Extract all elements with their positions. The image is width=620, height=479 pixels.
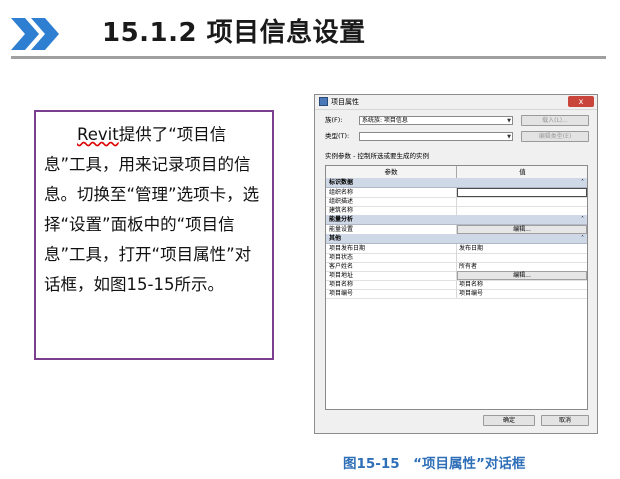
- collapse-icon[interactable]: ˄: [581, 215, 584, 224]
- figure-caption: 图15-15 “项目属性”对话框: [343, 456, 526, 472]
- close-button[interactable]: x: [568, 96, 594, 107]
- dialog-titlebar: 项目属性 x: [315, 95, 597, 110]
- edit-type-button[interactable]: 编辑类型(E): [521, 131, 589, 142]
- param-name: 能量设置: [329, 226, 354, 233]
- cancel-button[interactable]: 取消: [541, 415, 589, 426]
- family-label: 族(F):: [325, 116, 343, 124]
- family-value: 系统族: 项目信息: [362, 117, 408, 124]
- load-button[interactable]: 载入(L)...: [521, 115, 589, 126]
- dialog-title: 项目属性: [331, 98, 359, 106]
- chevron-logo-icon: [11, 18, 59, 50]
- family-select[interactable]: 系统族: 项目信息 ▼: [359, 116, 513, 125]
- ok-button[interactable]: 确定: [483, 415, 535, 426]
- cell-divider: [456, 206, 457, 215]
- cell-divider: [456, 197, 457, 206]
- section-name: 其他: [329, 235, 342, 242]
- edit-button[interactable]: 编辑...: [457, 271, 587, 280]
- chevron-down-icon: ▼: [507, 134, 511, 140]
- edit-button[interactable]: 编辑...: [457, 225, 587, 234]
- cell-divider: [456, 280, 457, 289]
- chevron-down-icon: ▼: [507, 118, 511, 124]
- description-box: Revit提供了“项目信息”工具，用来记录项目的信息。切换至“管理”选项卡，选择…: [34, 110, 274, 360]
- parameter-grid: 参数 值 标识数据 ˄ 组织名称 组织描述 建筑名称 能量分析 ˄ 能量设置 编辑... 其他 ˄ 项…: [325, 165, 588, 410]
- section-header[interactable]: 能量分析 ˄: [326, 215, 587, 225]
- param-name: 项目编号: [329, 290, 354, 297]
- value-input[interactable]: [457, 188, 587, 197]
- instance-params-label: 实例参数 - 控制所选或要生成的实例: [325, 152, 429, 160]
- section-name: 标识数据: [329, 179, 354, 186]
- app-icon: [319, 97, 328, 106]
- type-label: 类型(T):: [325, 132, 350, 140]
- param-value[interactable]: 所有者: [459, 262, 477, 271]
- param-name: 客户姓名: [329, 263, 354, 270]
- param-name: 项目名称: [329, 281, 354, 288]
- param-name: 组织描述: [329, 198, 354, 205]
- param-name: 项目发布日期: [329, 245, 366, 252]
- collapse-icon[interactable]: ˄: [581, 234, 584, 243]
- type-select[interactable]: ▼: [359, 132, 513, 141]
- cell-divider: [456, 253, 457, 262]
- param-name: 组织名称: [329, 189, 354, 196]
- header-divider: [11, 56, 606, 59]
- section-name: 能量分析: [329, 216, 354, 223]
- revit-word: Revit: [77, 125, 119, 144]
- param-name: 项目状态: [329, 254, 354, 261]
- table-row[interactable]: 项目编号 项目编号: [326, 289, 587, 299]
- cell-divider: [456, 289, 457, 298]
- collapse-icon[interactable]: ˄: [581, 178, 584, 187]
- project-properties-dialog: 项目属性 x 族(F): 系统族: 项目信息 ▼ 载入(L)... 类型(T):…: [314, 94, 598, 434]
- param-column-header: 参数: [384, 168, 398, 176]
- page-title: 15.1.2 项目信息设置: [102, 18, 366, 48]
- description-rest: 提供了“项目信息”工具，用来记录项目的信息。切换至“管理”选项卡，选择“设置”面…: [44, 125, 260, 294]
- param-value[interactable]: 项目编号: [459, 289, 483, 298]
- value-column-header: 值: [519, 168, 526, 176]
- param-value[interactable]: 发布日期: [459, 244, 483, 253]
- section-header[interactable]: 标识数据 ˄: [326, 178, 587, 188]
- description-text: Revit提供了“项目信息”工具，用来记录项目的信息。切换至“管理”选项卡，选择…: [44, 120, 266, 300]
- param-name: 建筑名称: [329, 207, 354, 214]
- section-header[interactable]: 其他 ˄: [326, 234, 587, 244]
- cell-divider: [456, 244, 457, 253]
- cell-divider: [456, 262, 457, 271]
- param-name: 项目地址: [329, 272, 354, 279]
- param-value[interactable]: 项目名称: [459, 280, 483, 289]
